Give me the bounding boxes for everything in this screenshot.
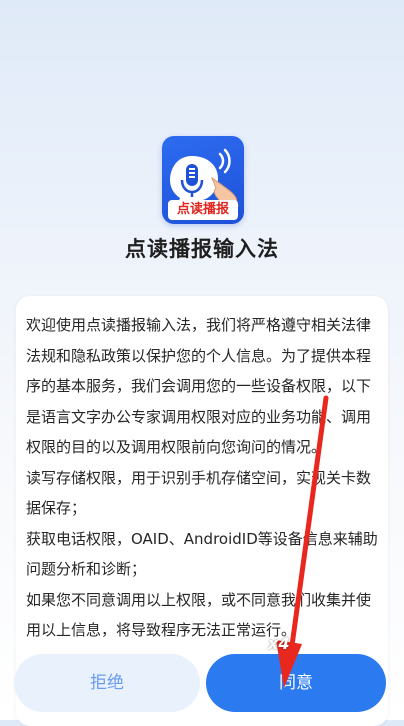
agree-button[interactable]: 同意 xyxy=(206,654,386,712)
privacy-text: 欢迎使用点读播报输入法，我们将严格遵守相关法律法规和隐私政策以保护您的个人信息。… xyxy=(26,310,378,646)
privacy-paragraph-intro: 欢迎使用点读播报输入法，我们将严格遵守相关法律法规和隐私政策以保护您的个人信息。… xyxy=(26,316,372,456)
app-logo: 点读播报 xyxy=(162,136,244,224)
decline-button[interactable]: 拒绝 xyxy=(14,654,200,712)
app-title: 点读播报输入法 xyxy=(125,237,279,261)
privacy-paragraph-storage: 读写存储权限，用于识别手机存储空间，实现关卡数据保存； xyxy=(26,468,372,518)
privacy-paragraph-refuse: 如果您不同意调用以上权限，或不同意我们收集并使用以上信息，将导致程序无法正常运行… xyxy=(26,590,372,640)
logo-label: 点读播报 xyxy=(168,200,238,220)
privacy-paragraph-phone: 获取电话权限，OAID、AndroidID等设备信息来辅助问题分析和诊断； xyxy=(26,529,378,579)
watermark-label: x4 xyxy=(268,634,290,653)
